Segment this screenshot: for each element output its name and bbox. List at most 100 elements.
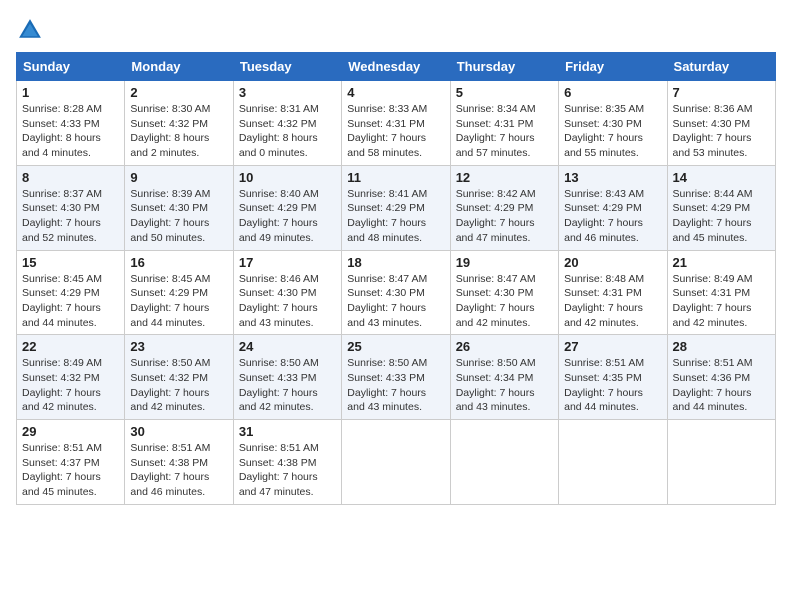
day-info: Sunrise: 8:51 AM Sunset: 4:36 PM Dayligh… xyxy=(673,356,770,415)
day-info: Sunrise: 8:47 AM Sunset: 4:30 PM Dayligh… xyxy=(347,272,444,331)
day-info: Sunrise: 8:44 AM Sunset: 4:29 PM Dayligh… xyxy=(673,187,770,246)
calendar-day-cell: 6Sunrise: 8:35 AM Sunset: 4:30 PM Daylig… xyxy=(559,81,667,166)
calendar-day-cell: 30 Sunrise: 8:51 AM Sunset: 4:38 PM Dayli… xyxy=(125,420,233,505)
day-number: 24 xyxy=(239,339,336,354)
calendar-day-cell: 4 Sunrise: 8:33 AM Sunset: 4:31 PM Daylig… xyxy=(342,81,450,166)
calendar-day-cell: 31 Sunrise: 8:51 AM Sunset: 4:38 PM Dayli… xyxy=(233,420,341,505)
day-number: 17 xyxy=(239,255,336,270)
calendar-day-cell: 18 Sunrise: 8:47 AM Sunset: 4:30 PM Dayli… xyxy=(342,250,450,335)
calendar-day-cell: 9 Sunrise: 8:39 AM Sunset: 4:30 PM Daylig… xyxy=(125,165,233,250)
calendar-day-cell: 20 Sunrise: 8:48 AM Sunset: 4:31 PM Dayli… xyxy=(559,250,667,335)
day-info: Sunrise: 8:41 AM Sunset: 4:29 PM Dayligh… xyxy=(347,187,444,246)
calendar-day-cell: 23 Sunrise: 8:50 AM Sunset: 4:32 PM Dayli… xyxy=(125,335,233,420)
calendar-day-cell: 24 Sunrise: 8:50 AM Sunset: 4:33 PM Dayli… xyxy=(233,335,341,420)
day-info: Sunrise: 8:49 AM Sunset: 4:32 PM Dayligh… xyxy=(22,356,119,415)
calendar-day-cell: 13 Sunrise: 8:43 AM Sunset: 4:29 PM Dayli… xyxy=(559,165,667,250)
day-info: Sunrise: 8:34 AM Sunset: 4:31 PM Dayligh… xyxy=(456,102,553,161)
day-info: Sunrise: 8:33 AM Sunset: 4:31 PM Dayligh… xyxy=(347,102,444,161)
day-number: 14 xyxy=(673,170,770,185)
day-number: 31 xyxy=(239,424,336,439)
day-number: 15 xyxy=(22,255,119,270)
day-info: Sunrise: 8:37 AM Sunset: 4:30 PM Dayligh… xyxy=(22,187,119,246)
calendar-day-cell: 15Sunrise: 8:45 AM Sunset: 4:29 PM Dayli… xyxy=(17,250,125,335)
day-number: 23 xyxy=(130,339,227,354)
day-info: Sunrise: 8:30 AM Sunset: 4:32 PM Dayligh… xyxy=(130,102,227,161)
calendar-day-cell: 27 Sunrise: 8:51 AM Sunset: 4:35 PM Dayli… xyxy=(559,335,667,420)
weekday-header-wednesday: Wednesday xyxy=(342,53,450,81)
calendar-day-cell: 3Sunrise: 8:31 AM Sunset: 4:32 PM Daylig… xyxy=(233,81,341,166)
calendar-day-cell: 14 Sunrise: 8:44 AM Sunset: 4:29 PM Dayli… xyxy=(667,165,775,250)
day-info: Sunrise: 8:43 AM Sunset: 4:29 PM Dayligh… xyxy=(564,187,661,246)
logo-icon xyxy=(16,16,44,44)
empty-cell xyxy=(559,420,667,505)
weekday-header-row: SundayMondayTuesdayWednesdayThursdayFrid… xyxy=(17,53,776,81)
calendar-day-cell: 17 Sunrise: 8:46 AM Sunset: 4:30 PM Dayli… xyxy=(233,250,341,335)
day-info: Sunrise: 8:45 AM Sunset: 4:29 PM Dayligh… xyxy=(130,272,227,331)
day-info: Sunrise: 8:39 AM Sunset: 4:30 PM Dayligh… xyxy=(130,187,227,246)
day-number: 8 xyxy=(22,170,119,185)
day-info: Sunrise: 8:46 AM Sunset: 4:30 PM Dayligh… xyxy=(239,272,336,331)
day-number: 25 xyxy=(347,339,444,354)
calendar-day-cell: 1 Sunrise: 8:28 AM Sunset: 4:33 PM Daylig… xyxy=(17,81,125,166)
logo xyxy=(16,16,48,44)
day-number: 16 xyxy=(130,255,227,270)
calendar-day-cell: 16 Sunrise: 8:45 AM Sunset: 4:29 PM Dayli… xyxy=(125,250,233,335)
day-info: Sunrise: 8:40 AM Sunset: 4:29 PM Dayligh… xyxy=(239,187,336,246)
calendar-week-row: 22 Sunrise: 8:49 AM Sunset: 4:32 PM Dayli… xyxy=(17,335,776,420)
day-number: 11 xyxy=(347,170,444,185)
weekday-header-monday: Monday xyxy=(125,53,233,81)
calendar-day-cell: 29Sunrise: 8:51 AM Sunset: 4:37 PM Dayli… xyxy=(17,420,125,505)
day-info: Sunrise: 8:51 AM Sunset: 4:35 PM Dayligh… xyxy=(564,356,661,415)
day-info: Sunrise: 8:50 AM Sunset: 4:33 PM Dayligh… xyxy=(239,356,336,415)
day-number: 26 xyxy=(456,339,553,354)
page-header xyxy=(16,16,776,44)
calendar-day-cell: 28 Sunrise: 8:51 AM Sunset: 4:36 PM Dayli… xyxy=(667,335,775,420)
day-number: 9 xyxy=(130,170,227,185)
calendar-day-cell: 22 Sunrise: 8:49 AM Sunset: 4:32 PM Dayli… xyxy=(17,335,125,420)
calendar-week-row: 8 Sunrise: 8:37 AM Sunset: 4:30 PM Daylig… xyxy=(17,165,776,250)
day-number: 10 xyxy=(239,170,336,185)
day-info: Sunrise: 8:36 AM Sunset: 4:30 PM Dayligh… xyxy=(673,102,770,161)
calendar-day-cell: 7 Sunrise: 8:36 AM Sunset: 4:30 PM Daylig… xyxy=(667,81,775,166)
day-info: Sunrise: 8:47 AM Sunset: 4:30 PM Dayligh… xyxy=(456,272,553,331)
calendar-day-cell: 19 Sunrise: 8:47 AM Sunset: 4:30 PM Dayli… xyxy=(450,250,558,335)
day-number: 18 xyxy=(347,255,444,270)
day-info: Sunrise: 8:50 AM Sunset: 4:34 PM Dayligh… xyxy=(456,356,553,415)
calendar-day-cell: 8 Sunrise: 8:37 AM Sunset: 4:30 PM Daylig… xyxy=(17,165,125,250)
calendar-day-cell: 11 Sunrise: 8:41 AM Sunset: 4:29 PM Dayli… xyxy=(342,165,450,250)
day-number: 12 xyxy=(456,170,553,185)
day-number: 22 xyxy=(22,339,119,354)
day-info: Sunrise: 8:48 AM Sunset: 4:31 PM Dayligh… xyxy=(564,272,661,331)
day-info: Sunrise: 8:50 AM Sunset: 4:32 PM Dayligh… xyxy=(130,356,227,415)
day-number: 21 xyxy=(673,255,770,270)
day-info: Sunrise: 8:50 AM Sunset: 4:33 PM Dayligh… xyxy=(347,356,444,415)
day-info: Sunrise: 8:35 AM Sunset: 4:30 PM Dayligh… xyxy=(564,102,661,161)
day-number: 27 xyxy=(564,339,661,354)
day-number: 30 xyxy=(130,424,227,439)
day-number: 3 xyxy=(239,85,336,100)
day-number: 1 xyxy=(22,85,119,100)
calendar-day-cell: 21Sunrise: 8:49 AM Sunset: 4:31 PM Dayli… xyxy=(667,250,775,335)
weekday-header-tuesday: Tuesday xyxy=(233,53,341,81)
calendar-day-cell: 10 Sunrise: 8:40 AM Sunset: 4:29 PM Dayli… xyxy=(233,165,341,250)
day-number: 2 xyxy=(130,85,227,100)
day-number: 19 xyxy=(456,255,553,270)
empty-cell xyxy=(342,420,450,505)
calendar-table: SundayMondayTuesdayWednesdayThursdayFrid… xyxy=(16,52,776,505)
calendar-day-cell: 26 Sunrise: 8:50 AM Sunset: 4:34 PM Dayli… xyxy=(450,335,558,420)
day-info: Sunrise: 8:51 AM Sunset: 4:38 PM Dayligh… xyxy=(130,441,227,500)
day-number: 7 xyxy=(673,85,770,100)
day-number: 5 xyxy=(456,85,553,100)
day-number: 4 xyxy=(347,85,444,100)
weekday-header-friday: Friday xyxy=(559,53,667,81)
calendar-day-cell: 5 Sunrise: 8:34 AM Sunset: 4:31 PM Daylig… xyxy=(450,81,558,166)
calendar-day-cell: 12Sunrise: 8:42 AM Sunset: 4:29 PM Dayli… xyxy=(450,165,558,250)
calendar-week-row: 1 Sunrise: 8:28 AM Sunset: 4:33 PM Daylig… xyxy=(17,81,776,166)
day-info: Sunrise: 8:28 AM Sunset: 4:33 PM Dayligh… xyxy=(22,102,119,161)
day-info: Sunrise: 8:51 AM Sunset: 4:38 PM Dayligh… xyxy=(239,441,336,500)
day-number: 13 xyxy=(564,170,661,185)
day-number: 29 xyxy=(22,424,119,439)
empty-cell xyxy=(667,420,775,505)
day-number: 28 xyxy=(673,339,770,354)
day-number: 20 xyxy=(564,255,661,270)
